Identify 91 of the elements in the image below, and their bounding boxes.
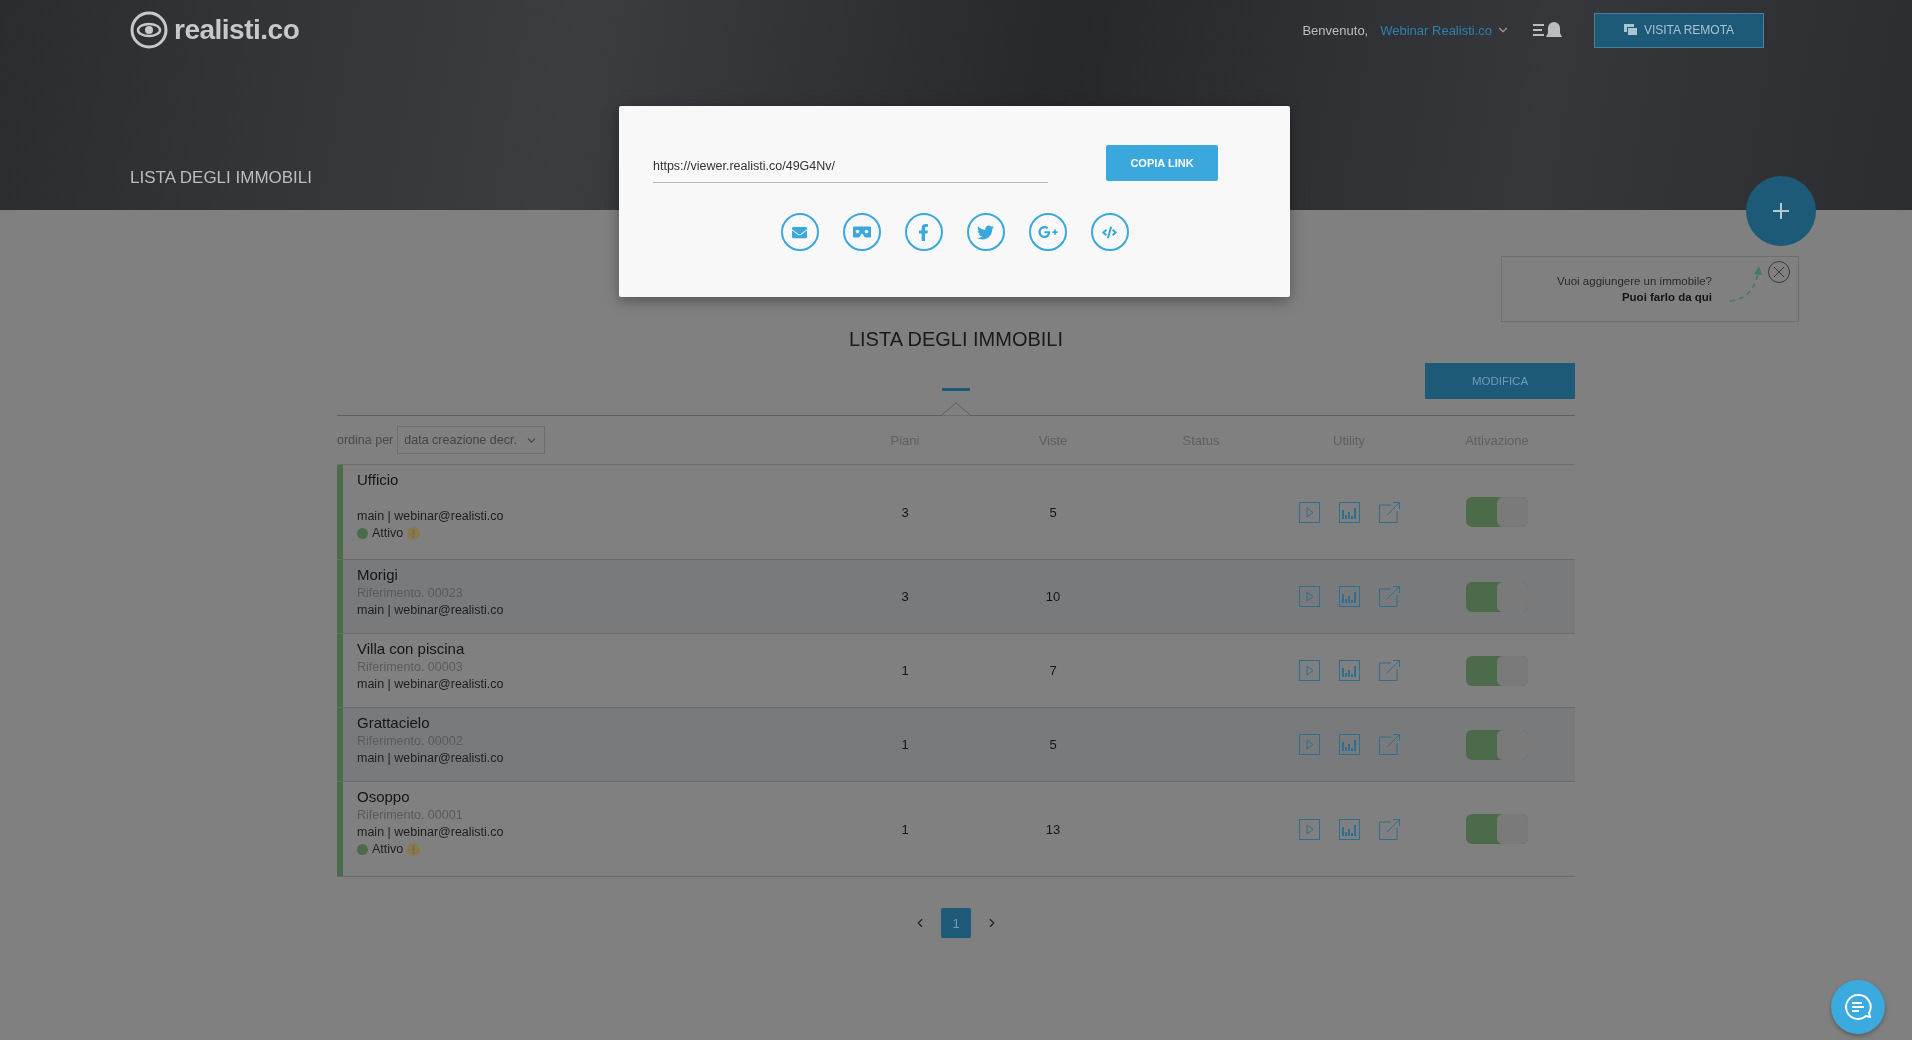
stats-button[interactable] bbox=[1338, 734, 1360, 755]
chat-button[interactable] bbox=[1831, 980, 1885, 1034]
property-name: Villa con piscina bbox=[357, 640, 466, 657]
stats-button[interactable] bbox=[1338, 586, 1360, 607]
stats-button[interactable] bbox=[1338, 818, 1360, 840]
stats-button[interactable] bbox=[1338, 501, 1360, 523]
owner-text: main | webinar@realisti.co bbox=[357, 825, 505, 839]
list-title: LISTA DEGLI IMMOBILI bbox=[847, 328, 1065, 351]
bar-chart-icon bbox=[1338, 586, 1360, 607]
stats-button[interactable] bbox=[1338, 660, 1360, 681]
property-name: Ufficio bbox=[357, 471, 400, 488]
activation-toggle[interactable] bbox=[1466, 497, 1528, 527]
property-name: Grattacielo bbox=[357, 714, 431, 731]
bar-chart-icon bbox=[1338, 660, 1360, 681]
views-count: 10 bbox=[1044, 589, 1062, 604]
activation-toggle[interactable] bbox=[1466, 729, 1528, 760]
logo-text: realisti.co bbox=[174, 14, 300, 46]
logo-icon bbox=[130, 11, 168, 49]
status-text: Attivo bbox=[372, 526, 404, 540]
play-button[interactable] bbox=[1298, 818, 1320, 840]
views-count: 5 bbox=[1048, 737, 1058, 752]
play-icon bbox=[1298, 501, 1320, 523]
bar-chart-icon bbox=[1338, 734, 1360, 755]
external-link-icon bbox=[1378, 586, 1400, 607]
remote-visit-button[interactable]: VISITA REMOTA bbox=[1594, 12, 1764, 48]
copy-link-button[interactable]: COPIA LINK bbox=[1106, 145, 1218, 181]
external-link-icon bbox=[1378, 501, 1400, 523]
vr-headset-share-button[interactable] bbox=[842, 213, 881, 251]
floors-count: 1 bbox=[900, 663, 910, 678]
play-icon bbox=[1298, 586, 1320, 607]
user-menu-link[interactable]: Webinar Realisti.co bbox=[1380, 22, 1510, 38]
play-button[interactable] bbox=[1298, 734, 1320, 755]
tip-question: Vuoi aggiungere un immobile? bbox=[1557, 275, 1712, 287]
link-field[interactable]: https://viewer.realisti.co/49G4Nv/ bbox=[653, 150, 1048, 183]
code-icon bbox=[1102, 224, 1117, 240]
google-plus-share-button[interactable] bbox=[1028, 213, 1067, 251]
owner-text: main | webinar@realisti.co bbox=[357, 677, 505, 691]
external-link-icon bbox=[1378, 818, 1400, 840]
play-icon bbox=[1298, 660, 1320, 681]
floors-count: 3 bbox=[900, 504, 910, 520]
chat-icon bbox=[1844, 993, 1872, 1021]
owner-text: main | webinar@realisti.co bbox=[357, 509, 505, 523]
open-link-button[interactable] bbox=[1378, 501, 1400, 523]
external-link-icon bbox=[1378, 734, 1400, 755]
views-count: 7 bbox=[1048, 663, 1058, 678]
external-link-icon bbox=[1378, 660, 1400, 681]
code-share-button[interactable] bbox=[1090, 213, 1129, 251]
floors-count: 3 bbox=[900, 589, 910, 604]
activation-toggle[interactable] bbox=[1466, 581, 1528, 612]
play-icon bbox=[1298, 734, 1320, 755]
warning-icon bbox=[407, 526, 421, 540]
views-count: 13 bbox=[1044, 821, 1062, 837]
activation-toggle[interactable] bbox=[1466, 814, 1528, 844]
status-dot bbox=[357, 843, 368, 855]
play-button[interactable] bbox=[1298, 586, 1320, 607]
bar-chart-icon bbox=[1338, 818, 1360, 840]
views-count: 5 bbox=[1048, 504, 1058, 520]
greeting-text: Benvenuto, bbox=[1302, 22, 1369, 38]
tab-indicator bbox=[942, 388, 970, 391]
play-button[interactable] bbox=[1298, 501, 1320, 523]
bar-chart-icon bbox=[1338, 501, 1360, 523]
email-icon bbox=[792, 224, 807, 240]
open-link-button[interactable] bbox=[1378, 586, 1400, 607]
dashed-arrow-icon bbox=[1728, 265, 1764, 305]
play-icon bbox=[1298, 818, 1320, 840]
owner-text: main | webinar@realisti.co bbox=[357, 751, 505, 765]
open-link-button[interactable] bbox=[1378, 734, 1400, 755]
facebook-share-button[interactable] bbox=[904, 213, 943, 251]
sort-dropdown[interactable]: data creazione decr. bbox=[397, 426, 546, 454]
open-link-button[interactable] bbox=[1378, 818, 1400, 840]
status-text: Attivo bbox=[372, 842, 404, 856]
open-link-button[interactable] bbox=[1378, 660, 1400, 681]
status-dot bbox=[357, 527, 368, 539]
twitter-share-button[interactable] bbox=[966, 213, 1005, 251]
edit-button[interactable]: MODIFICA bbox=[1425, 363, 1575, 399]
floors-count: 1 bbox=[900, 737, 910, 752]
page-button[interactable]: 1 bbox=[941, 908, 971, 938]
warning-icon bbox=[407, 842, 421, 856]
plus-icon bbox=[1773, 203, 1789, 219]
floors-count: 1 bbox=[900, 821, 910, 837]
play-button[interactable] bbox=[1298, 660, 1320, 681]
windows-icon bbox=[1623, 24, 1638, 36]
tip-hint: Puoi farlo da qui bbox=[1621, 291, 1712, 303]
banner-title: LISTA DEGLI IMMOBILI bbox=[130, 168, 312, 188]
twitter-icon bbox=[977, 223, 994, 241]
activation-toggle[interactable] bbox=[1466, 655, 1528, 686]
close-icon bbox=[1774, 267, 1784, 277]
owner-text: main | webinar@realisti.co bbox=[357, 603, 505, 617]
property-name: Osoppo bbox=[357, 788, 411, 805]
property-name: Morigi bbox=[357, 566, 399, 583]
email-share-button[interactable] bbox=[780, 213, 819, 251]
